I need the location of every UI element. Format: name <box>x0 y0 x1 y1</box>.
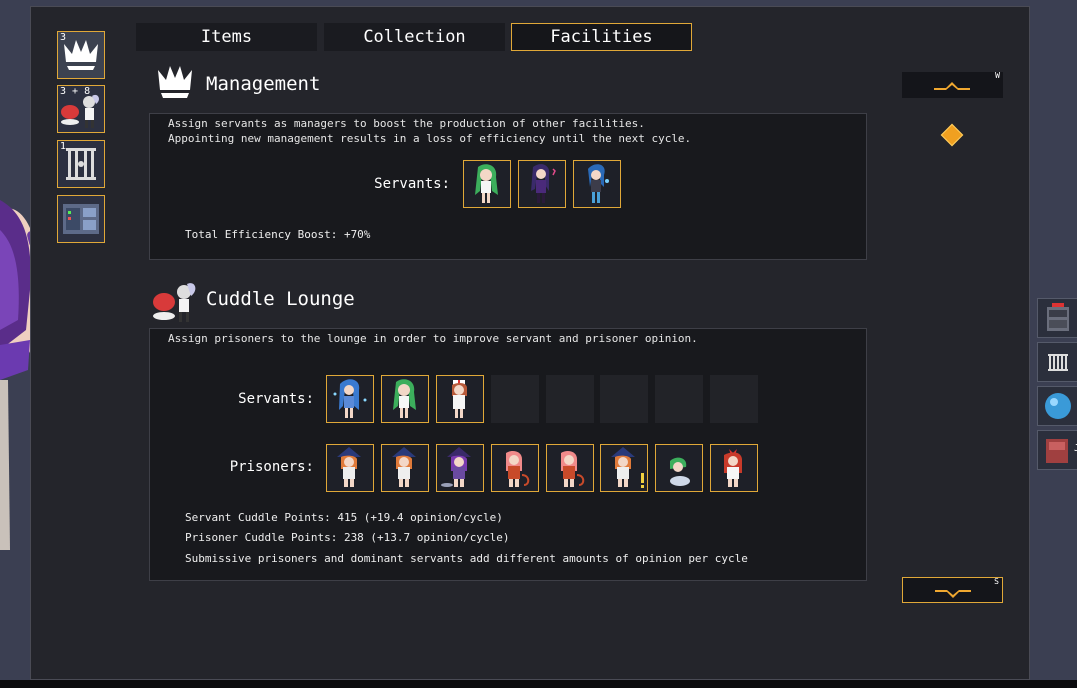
servant-cuddle-points: Servant Cuddle Points: 415 (+19.4 opinio… <box>185 511 503 524</box>
side-icon-prison[interactable]: 1 <box>57 140 105 188</box>
witch-prisoner-icon <box>392 447 416 487</box>
cuddle-lounge-title: Cuddle Lounge <box>206 288 355 310</box>
bottom-bar <box>0 680 1077 688</box>
cuddle-servants-label: Servants: <box>238 391 314 407</box>
crown-icon <box>158 66 192 98</box>
tab-facilities[interactable]: Facilities <box>511 23 692 51</box>
scroll-down-key: S <box>994 577 999 586</box>
efficiency-boost: Total Efficiency Boost: +70% <box>185 228 371 241</box>
cuddle-servant-slot-4[interactable] <box>491 375 539 423</box>
green-hair-servant-icon <box>475 164 498 203</box>
right-icon-orb[interactable] <box>1037 386 1077 426</box>
blue-hair-servant-icon <box>588 164 609 203</box>
orb-icon <box>1045 393 1071 419</box>
green-hair-servant-icon <box>393 379 416 418</box>
right-icon-cell[interactable] <box>1037 342 1077 382</box>
cuddle-prisoner-slot-8[interactable] <box>710 444 758 492</box>
cabinet-icon <box>1047 303 1069 331</box>
scroll-down-button[interactable]: S <box>902 577 1003 603</box>
tab-items[interactable]: Items <box>136 23 317 51</box>
chevron-up-icon <box>934 82 970 90</box>
management-servant-slot-1[interactable] <box>463 160 511 208</box>
management-description: Assign servants as managers to boost the… <box>168 117 692 145</box>
red-hair-prisoner-icon <box>724 449 742 487</box>
side-icon-machine[interactable] <box>57 195 105 243</box>
cuddle-prisoner-slot-7[interactable] <box>655 444 703 492</box>
side-icon-count: 3 + 8 <box>60 86 91 97</box>
cuddle-prisoner-slot-5[interactable] <box>546 444 594 492</box>
cuddle-prisoner-slot-6[interactable] <box>600 444 648 492</box>
management-servant-slot-3[interactable] <box>573 160 621 208</box>
cuddle-servant-slot-6[interactable] <box>600 375 648 423</box>
cuddle-prisoner-slot-1[interactable] <box>326 444 374 492</box>
book-icon <box>1046 439 1068 463</box>
blue-hair-servant-icon <box>333 379 367 418</box>
scroll-up-key: W <box>995 71 1000 80</box>
side-icon-count: 3 <box>60 32 67 43</box>
management-servants-label: Servants: <box>374 176 450 192</box>
machine-icon <box>63 204 99 234</box>
cuddle-servant-slot-2[interactable] <box>381 375 429 423</box>
cuddle-prisoners-label: Prisoners: <box>229 459 314 475</box>
cuddle-servant-slot-8[interactable] <box>710 375 758 423</box>
prisoner-cuddle-points: Prisoner Cuddle Points: 238 (+13.7 opini… <box>185 531 510 544</box>
cell-icon <box>1048 354 1068 371</box>
management-title: Management <box>206 73 321 95</box>
cuddle-servant-slot-5[interactable] <box>546 375 594 423</box>
nurse-servant-icon <box>452 380 467 418</box>
side-icon-count: 1 <box>60 141 67 152</box>
opinion-note: Submissive prisoners and dominant servan… <box>185 552 748 565</box>
right-icon-cabinet[interactable] <box>1037 298 1077 338</box>
purple-witch-prisoner-icon <box>441 447 471 487</box>
pink-hair-prisoner-icon <box>506 451 530 487</box>
right-icon-book[interactable]: J <box>1037 430 1077 470</box>
cuddle-prisoner-slot-3[interactable] <box>436 444 484 492</box>
side-icon-management[interactable]: 3 <box>57 31 105 79</box>
pink-hair-prisoner-icon <box>561 451 585 487</box>
management-servant-slot-2[interactable] <box>518 160 566 208</box>
scroll-up-button[interactable]: W <box>902 71 1003 98</box>
witch-prisoner-icon <box>611 447 644 488</box>
side-icon-cuddle-lounge[interactable]: 3 + 8 <box>57 85 105 133</box>
cuddle-servant-slot-7[interactable] <box>655 375 703 423</box>
tab-collection[interactable]: Collection <box>324 23 505 51</box>
cuddle-icon <box>153 283 196 322</box>
cuddle-prisoner-slot-4[interactable] <box>491 444 539 492</box>
cuddle-lounge-description: Assign prisoners to the lounge in order … <box>168 332 698 345</box>
chevron-down-icon <box>935 590 971 598</box>
purple-hair-servant-icon <box>531 164 556 203</box>
cuddle-servant-slot-3[interactable] <box>436 375 484 423</box>
witch-prisoner-icon <box>337 447 361 487</box>
green-hair-prisoner-icon <box>670 457 690 486</box>
cuddle-prisoner-slot-2[interactable] <box>381 444 429 492</box>
cuddle-servant-slot-1[interactable] <box>326 375 374 423</box>
